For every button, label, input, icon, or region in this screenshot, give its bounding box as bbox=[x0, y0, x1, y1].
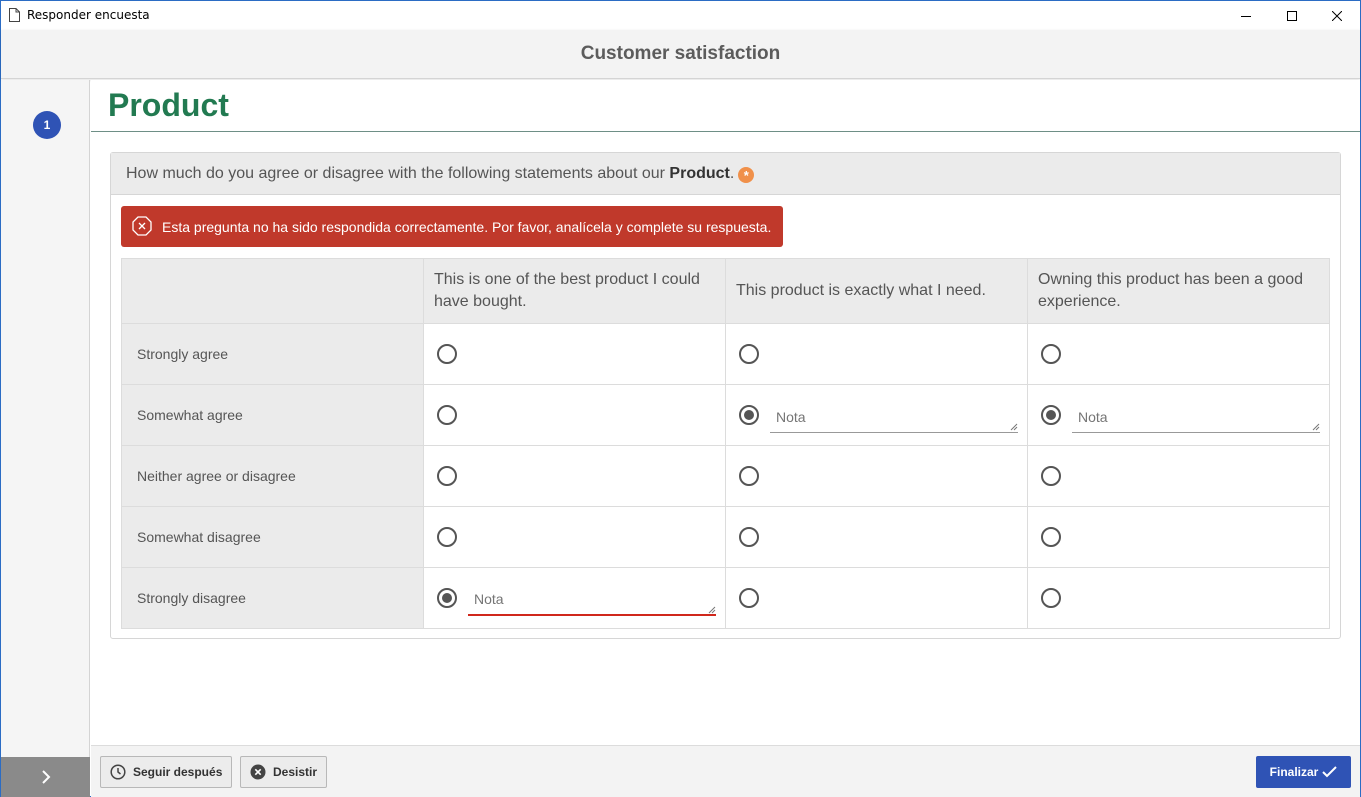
matrix-cell bbox=[1027, 323, 1330, 385]
matrix-cell bbox=[1027, 445, 1330, 507]
cancel-icon bbox=[250, 764, 266, 780]
title-bar: Responder encuesta bbox=[1, 1, 1360, 30]
column-header: This is one of the best product I could … bbox=[423, 258, 726, 324]
window-title: Responder encuesta bbox=[27, 8, 150, 22]
radio-button[interactable] bbox=[1041, 588, 1061, 608]
matrix-cell bbox=[423, 506, 726, 568]
maximize-icon bbox=[1287, 10, 1297, 21]
cancel-label: Desistir bbox=[273, 765, 318, 779]
step-indicator-1[interactable]: 1 bbox=[33, 111, 61, 139]
radio-button[interactable] bbox=[437, 405, 457, 425]
cancel-survey-button[interactable]: Desistir bbox=[240, 756, 328, 788]
minimize-button[interactable] bbox=[1223, 1, 1269, 30]
error-message: Esta pregunta no ha sido respondida corr… bbox=[162, 219, 772, 235]
document-icon bbox=[9, 8, 20, 22]
matrix-header-row: This is one of the best product I could … bbox=[121, 258, 1330, 324]
note-field[interactable] bbox=[1072, 401, 1320, 433]
note-field[interactable] bbox=[770, 401, 1018, 433]
row-label: Somewhat disagree bbox=[121, 506, 424, 568]
minimize-icon bbox=[1241, 15, 1251, 17]
clock-icon bbox=[110, 764, 126, 780]
matrix-cell bbox=[725, 567, 1028, 629]
error-x-icon bbox=[132, 216, 152, 236]
radio-button[interactable] bbox=[437, 344, 457, 364]
matrix-cell bbox=[1027, 506, 1330, 568]
radio-button[interactable] bbox=[1041, 344, 1061, 364]
matrix-cell bbox=[725, 506, 1028, 568]
row-label: Strongly disagree bbox=[121, 567, 424, 629]
matrix-row: Strongly disagree bbox=[121, 567, 1330, 629]
matrix-row: Neither agree or disagree bbox=[121, 445, 1330, 507]
radio-button-selected[interactable] bbox=[1041, 405, 1061, 425]
section-divider bbox=[91, 131, 1360, 132]
radio-button-selected[interactable] bbox=[437, 588, 457, 608]
radio-button[interactable] bbox=[739, 466, 759, 486]
close-window-button[interactable] bbox=[1314, 1, 1360, 30]
radio-button[interactable] bbox=[739, 344, 759, 364]
row-label: Somewhat agree bbox=[121, 384, 424, 446]
survey-header: Customer satisfaction bbox=[1, 30, 1360, 79]
radio-button[interactable] bbox=[739, 588, 759, 608]
question-text: How much do you agree or disagree with t… bbox=[126, 165, 755, 183]
matrix-corner-cell bbox=[121, 258, 424, 324]
steps-sidebar: 1 bbox=[1, 80, 90, 757]
matrix-cell bbox=[725, 445, 1028, 507]
checkmark-icon bbox=[1322, 766, 1338, 778]
question-panel: How much do you agree or disagree with t… bbox=[110, 152, 1341, 639]
matrix-table: This is one of the best product I could … bbox=[121, 258, 1330, 629]
footer-bar: Seguir después Desistir Finalizar bbox=[91, 745, 1360, 797]
section-title: Product bbox=[108, 87, 229, 123]
radio-button[interactable] bbox=[1041, 466, 1061, 486]
question-header: How much do you agree or disagree with t… bbox=[111, 153, 1340, 195]
matrix-row: Somewhat disagree bbox=[121, 506, 1330, 568]
error-alert: Esta pregunta no ha sido respondida corr… bbox=[121, 206, 783, 247]
close-icon bbox=[1332, 10, 1342, 21]
matrix-cell bbox=[423, 445, 726, 507]
column-header: This product is exactly what I need. bbox=[725, 258, 1028, 324]
sidebar-expand-button[interactable] bbox=[1, 757, 90, 797]
finish-button[interactable]: Finalizar bbox=[1256, 756, 1351, 788]
matrix-row: Strongly agree bbox=[121, 323, 1330, 385]
matrix-cell bbox=[1027, 384, 1330, 446]
radio-button[interactable] bbox=[739, 527, 759, 547]
row-label: Neither agree or disagree bbox=[121, 445, 424, 507]
maximize-button[interactable] bbox=[1269, 1, 1315, 30]
radio-button[interactable] bbox=[437, 527, 457, 547]
radio-button[interactable] bbox=[437, 466, 457, 486]
survey-title: Customer satisfaction bbox=[580, 43, 781, 64]
question-text-prefix: How much do you agree or disagree with t… bbox=[126, 165, 670, 182]
survey-window: Responder encuesta Customer satisfaction… bbox=[0, 0, 1361, 797]
required-icon: * bbox=[738, 167, 755, 183]
question-text-suffix: . bbox=[729, 165, 735, 182]
resize-grip-icon[interactable] bbox=[708, 606, 716, 614]
resize-grip-icon[interactable] bbox=[1312, 423, 1320, 431]
matrix-cell bbox=[1027, 567, 1330, 629]
save-later-button[interactable]: Seguir después bbox=[100, 756, 233, 788]
main-content: Product How much do you agree or disagre… bbox=[91, 80, 1360, 745]
matrix-cell bbox=[725, 384, 1028, 446]
resize-grip-icon[interactable] bbox=[1010, 423, 1018, 431]
matrix-cell bbox=[423, 384, 726, 446]
chevron-right-icon bbox=[41, 770, 50, 784]
matrix-cell bbox=[423, 567, 726, 629]
matrix-row: Somewhat agree bbox=[121, 384, 1330, 446]
column-header: Owning this product has been a good expe… bbox=[1027, 258, 1330, 324]
question-text-bold: Product bbox=[669, 165, 730, 182]
radio-button[interactable] bbox=[1041, 527, 1061, 547]
matrix-cell bbox=[725, 323, 1028, 385]
row-label: Strongly agree bbox=[121, 323, 424, 385]
radio-button-selected[interactable] bbox=[739, 405, 759, 425]
finish-label: Finalizar bbox=[1269, 765, 1319, 779]
note-field[interactable] bbox=[468, 584, 716, 616]
save-later-label: Seguir después bbox=[133, 765, 223, 779]
matrix-cell bbox=[423, 323, 726, 385]
